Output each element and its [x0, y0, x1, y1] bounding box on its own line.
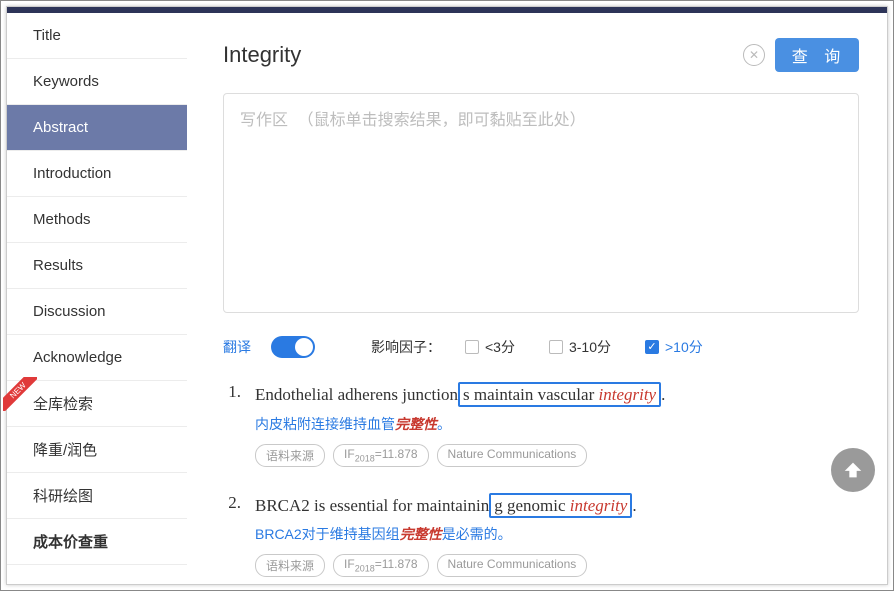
source-tag[interactable]: IF2018=11.878	[333, 444, 429, 467]
checkbox-label: >10分	[665, 337, 703, 357]
impact-filter-0[interactable]: <3分	[465, 337, 515, 357]
sidebar-item-label: Methods	[33, 211, 91, 228]
result-chinese: 内皮粘附连接维持血管完整性。	[255, 414, 859, 434]
result-item[interactable]: 1. Endothelial adherens junctions maintai…	[223, 382, 859, 467]
result-english: Endothelial adherens junctions maintain …	[255, 382, 859, 408]
arrow-up-icon	[842, 459, 864, 481]
result-tags: 语料来源 IF2018=11.878 Nature Communications	[255, 554, 859, 577]
query-button[interactable]: 查 询	[775, 38, 859, 72]
checkbox-icon: ✓	[645, 340, 659, 354]
result-body: BRCA2 is essential for maintaining genom…	[255, 493, 859, 578]
result-tags: 语料来源 IF2018=11.878 Nature Communications	[255, 444, 859, 467]
checkbox-label: 3-10分	[569, 337, 611, 357]
sidebar: Title Keywords Abstract Introduction Methods…	[7, 13, 187, 584]
checkbox-label: <3分	[485, 337, 515, 357]
sidebar-item-label: Discussion	[33, 303, 106, 320]
sidebar-item-10[interactable]: 科研绘图	[7, 473, 187, 519]
sidebar-item-label: Abstract	[33, 119, 88, 136]
clear-icon[interactable]: ✕	[743, 44, 765, 66]
filter-row: 翻译 影响因子： <3分 3-10分 ✓ >10分	[223, 336, 859, 358]
result-number: 1.	[223, 382, 241, 467]
impact-factor-label: 影响因子：	[371, 337, 441, 357]
impact-filter-2[interactable]: ✓ >10分	[645, 337, 703, 357]
sidebar-item-6[interactable]: Discussion	[7, 289, 187, 335]
result-body: Endothelial adherens junctions maintain …	[255, 382, 859, 467]
source-tag[interactable]: Nature Communications	[437, 444, 588, 467]
result-chinese: BRCA2对于维持基因组完整性是必需的。	[255, 524, 859, 544]
sidebar-item-label: 全库检索	[33, 393, 93, 414]
sidebar-item-label: 成本价查重	[33, 531, 108, 552]
source-tag[interactable]: IF2018=11.878	[333, 554, 429, 577]
search-row: ✕ 查 询	[223, 35, 859, 75]
source-tag[interactable]: 语料来源	[255, 444, 325, 467]
sidebar-item-4[interactable]: Methods	[7, 197, 187, 243]
new-badge: NEW	[3, 377, 37, 411]
checkbox-icon	[549, 340, 563, 354]
layout-columns: Title Keywords Abstract Introduction Methods…	[7, 13, 887, 584]
result-item[interactable]: 2. BRCA2 is essential for maintaining gen…	[223, 493, 859, 578]
sidebar-item-11[interactable]: 成本价查重	[7, 519, 187, 565]
sidebar-item-3[interactable]: Introduction	[7, 151, 187, 197]
translate-toggle[interactable]	[271, 336, 315, 358]
writing-textarea[interactable]	[223, 93, 859, 313]
sidebar-item-label: Introduction	[33, 165, 111, 182]
scroll-to-top-button[interactable]	[831, 448, 875, 492]
sidebar-item-5[interactable]: Results	[7, 243, 187, 289]
sidebar-item-label: 降重/润色	[33, 439, 97, 460]
impact-filter-1[interactable]: 3-10分	[549, 337, 611, 357]
translate-label: 翻译	[223, 337, 251, 357]
app-inner: Title Keywords Abstract Introduction Methods…	[6, 6, 888, 585]
sidebar-item-9[interactable]: 降重/润色	[7, 427, 187, 473]
sidebar-item-0[interactable]: Title	[7, 13, 187, 59]
sidebar-item-8[interactable]: NEW全库检索	[7, 381, 187, 427]
search-input[interactable]	[223, 35, 733, 75]
sidebar-item-label: 科研绘图	[33, 485, 93, 506]
sidebar-item-7[interactable]: Acknowledge	[7, 335, 187, 381]
main-panel: ✕ 查 询 翻译 影响因子： <3分 3-10分 ✓ >10分 1. Endotheli…	[187, 13, 887, 584]
app-frame: Title Keywords Abstract Introduction Methods…	[0, 0, 894, 591]
result-english: BRCA2 is essential for maintaining genom…	[255, 493, 859, 519]
sidebar-item-2[interactable]: Abstract	[7, 105, 187, 151]
sidebar-item-label: Keywords	[33, 73, 99, 90]
sidebar-item-label: Results	[33, 257, 83, 274]
sidebar-item-label: Title	[33, 27, 61, 44]
result-number: 2.	[223, 493, 241, 578]
checkbox-icon	[465, 340, 479, 354]
results-list: 1. Endothelial adherens junctions maintai…	[223, 382, 859, 577]
source-tag[interactable]: Nature Communications	[437, 554, 588, 577]
source-tag[interactable]: 语料来源	[255, 554, 325, 577]
sidebar-item-1[interactable]: Keywords	[7, 59, 187, 105]
sidebar-item-label: Acknowledge	[33, 349, 122, 366]
